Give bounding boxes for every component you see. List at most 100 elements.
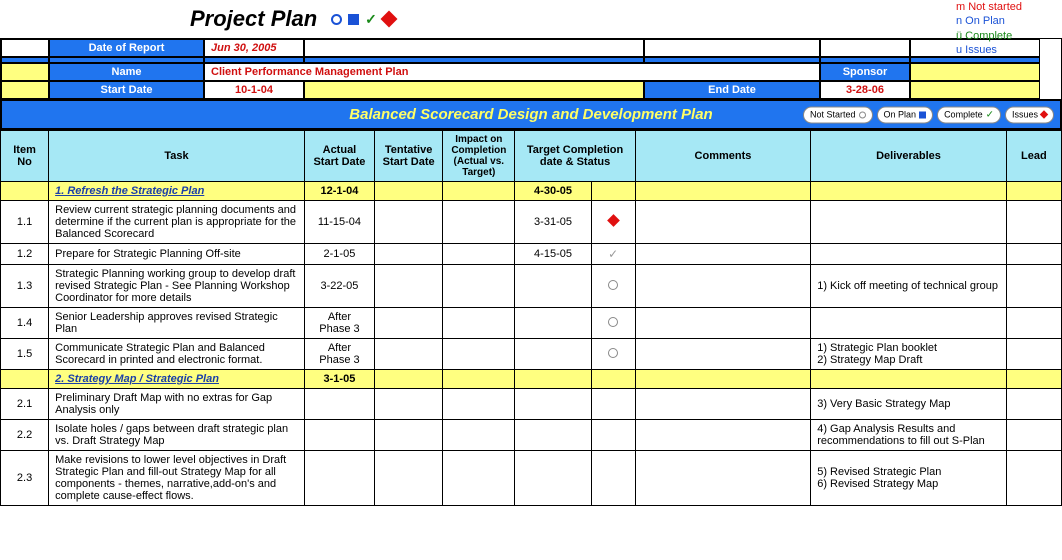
filter-issues-button[interactable]: Issues	[1005, 106, 1054, 123]
cell-comments[interactable]	[635, 201, 810, 244]
col-target-completion: Target Completion date & Status	[515, 131, 635, 182]
cell-comments[interactable]	[635, 308, 810, 339]
cell-impact[interactable]	[443, 308, 515, 339]
cell-deliverables[interactable]: 4) Gap Analysis Results and recommendati…	[811, 420, 1007, 451]
cell-comments[interactable]	[635, 420, 810, 451]
cell-status[interactable]	[591, 201, 635, 244]
cell-actual-start[interactable]: 2-1-05	[304, 244, 374, 265]
cell-status[interactable]	[591, 339, 635, 370]
cell-impact[interactable]	[443, 244, 515, 265]
legend-not-started: m Not started	[956, 0, 1022, 14]
cell-target-date[interactable]	[515, 265, 591, 308]
filter-not-started-button[interactable]: Not Started	[803, 106, 873, 123]
cell-task[interactable]: Communicate Strategic Plan and Balanced …	[49, 339, 305, 370]
cell-actual-start[interactable]: After Phase 3	[304, 339, 374, 370]
metadata-block: Date of Report Jun 30, 2005 Name Client …	[0, 38, 1062, 99]
cell-task[interactable]: Senior Leadership approves revised Strat…	[49, 308, 305, 339]
cell-target-date[interactable]: 3-31-05	[515, 201, 591, 244]
end-date-value[interactable]: 3-28-06	[820, 81, 910, 99]
cell-lead[interactable]	[1006, 339, 1061, 370]
cell-lead[interactable]	[1006, 265, 1061, 308]
section-label: 1. Refresh the Strategic Plan	[49, 182, 305, 201]
cell-item-no: 1.4	[1, 308, 49, 339]
table-row: 2.2Isolate holes / gaps between draft st…	[1, 420, 1062, 451]
cell-status[interactable]: ✓	[591, 244, 635, 265]
cell-deliverables[interactable]: 1) Strategic Plan booklet2) Strategy Map…	[811, 339, 1007, 370]
cell-item-no: 2.2	[1, 420, 49, 451]
cell-deliverables[interactable]: 3) Very Basic Strategy Map	[811, 389, 1007, 420]
cell-target-date[interactable]	[515, 339, 591, 370]
status-icon-key: ✓	[331, 11, 395, 28]
cell-deliverables[interactable]	[811, 308, 1007, 339]
cell-comments[interactable]	[635, 339, 810, 370]
col-comments: Comments	[635, 131, 810, 182]
cell-tentative-start[interactable]	[375, 389, 443, 420]
cell-actual-start[interactable]: After Phase 3	[304, 308, 374, 339]
cell-task[interactable]: Review current strategic planning docume…	[49, 201, 305, 244]
cell-lead[interactable]	[1006, 308, 1061, 339]
cell-lead[interactable]	[1006, 201, 1061, 244]
start-date-value[interactable]: 10-1-04	[204, 81, 304, 99]
section-header-row: 2. Strategy Map / Strategic Plan3-1-05	[1, 370, 1062, 389]
cell-status[interactable]	[591, 265, 635, 308]
cell-impact[interactable]	[443, 420, 515, 451]
cell-status[interactable]	[591, 389, 635, 420]
cell-comments[interactable]	[635, 451, 810, 506]
cell-lead[interactable]	[1006, 420, 1061, 451]
cell-tentative-start[interactable]	[375, 420, 443, 451]
cell-actual-start[interactable]: 3-22-05	[304, 265, 374, 308]
cell-task[interactable]: Prepare for Strategic Planning Off-site	[49, 244, 305, 265]
filter-on-plan-button[interactable]: On Plan	[877, 106, 934, 123]
cell-status[interactable]	[591, 420, 635, 451]
cell-impact[interactable]	[443, 339, 515, 370]
cell-deliverables[interactable]: 1) Kick off meeting of technical group	[811, 265, 1007, 308]
cell-actual-start[interactable]: 11-15-04	[304, 201, 374, 244]
cell-deliverables[interactable]	[811, 244, 1007, 265]
cell-task[interactable]: Isolate holes / gaps between draft strat…	[49, 420, 305, 451]
filter-complete-button[interactable]: Complete✓	[937, 106, 1001, 123]
cell-impact[interactable]	[443, 451, 515, 506]
cell-lead[interactable]	[1006, 389, 1061, 420]
cell-impact[interactable]	[443, 389, 515, 420]
name-value[interactable]: Client Performance Management Plan	[204, 63, 820, 81]
cell-target-date[interactable]	[515, 420, 591, 451]
cell-tentative-start[interactable]	[375, 451, 443, 506]
cell-target-date[interactable]: 4-15-05	[515, 244, 591, 265]
cell-task[interactable]: Strategic Planning working group to deve…	[49, 265, 305, 308]
col-lead: Lead	[1006, 131, 1061, 182]
cell-actual-start[interactable]	[304, 389, 374, 420]
not-started-icon	[859, 111, 866, 118]
cell-tentative-start[interactable]	[375, 244, 443, 265]
cell-status[interactable]	[591, 451, 635, 506]
cell-tentative-start[interactable]	[375, 339, 443, 370]
cell-deliverables[interactable]	[811, 201, 1007, 244]
cell-status[interactable]	[591, 308, 635, 339]
cell-target-date[interactable]	[515, 451, 591, 506]
cell-target-date[interactable]	[515, 308, 591, 339]
cell-comments[interactable]	[635, 265, 810, 308]
cell-tentative-start[interactable]	[375, 201, 443, 244]
table-header-row: Item No Task Actual Start Date Tentative…	[1, 131, 1062, 182]
date-of-report-value[interactable]: Jun 30, 2005	[204, 39, 304, 57]
cell-impact[interactable]	[443, 265, 515, 308]
cell-comments[interactable]	[635, 244, 810, 265]
cell-task[interactable]: Preliminary Draft Map with no extras for…	[49, 389, 305, 420]
cell-tentative-start[interactable]	[375, 308, 443, 339]
project-plan-page: m Not started n On Plan ü Complete u Iss…	[0, 0, 1062, 560]
cell-deliverables[interactable]: 5) Revised Strategic Plan6) Revised Stra…	[811, 451, 1007, 506]
cell-actual-start[interactable]	[304, 420, 374, 451]
cell-task[interactable]: Make revisions to lower level objectives…	[49, 451, 305, 506]
cell-lead[interactable]	[1006, 244, 1061, 265]
cell-lead[interactable]	[1006, 451, 1061, 506]
cell-comments[interactable]	[635, 389, 810, 420]
date-of-report-label: Date of Report	[49, 39, 204, 57]
cell-actual-start[interactable]	[304, 451, 374, 506]
banner-filter-buttons: Not Started On Plan Complete✓ Issues	[803, 106, 1054, 123]
complete-icon: ✓	[986, 109, 994, 120]
cell-target-date[interactable]	[515, 389, 591, 420]
cell-impact[interactable]	[443, 201, 515, 244]
cell-tentative-start[interactable]	[375, 265, 443, 308]
issues-icon	[380, 11, 397, 28]
table-row: 1.5Communicate Strategic Plan and Balanc…	[1, 339, 1062, 370]
page-title: Project Plan	[190, 6, 317, 32]
